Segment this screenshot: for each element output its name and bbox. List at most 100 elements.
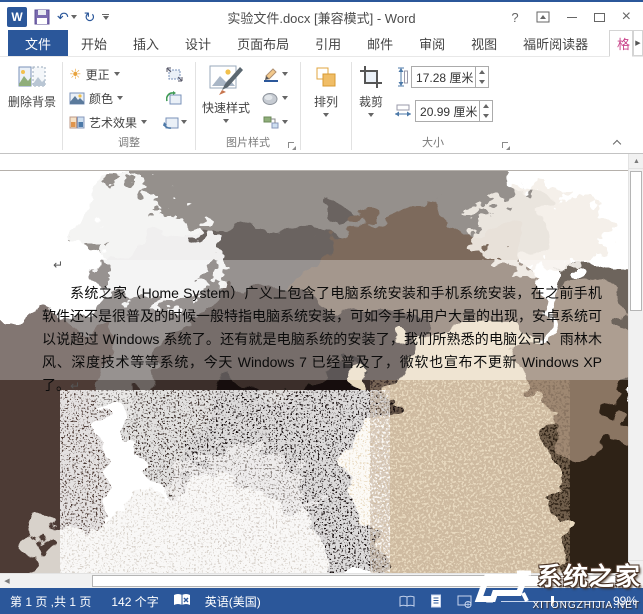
horizontal-scroll-thumb[interactable]: [92, 575, 616, 587]
collapse-ribbon-button[interactable]: [613, 139, 621, 147]
picture-border-icon: [262, 67, 280, 82]
zoom-out-button[interactable]: –: [486, 594, 493, 608]
view-shortcuts: [399, 594, 472, 608]
tab-references[interactable]: 引用: [302, 30, 354, 56]
proofing-status-button[interactable]: [169, 593, 195, 610]
vertical-scrollbar[interactable]: ▲ ▼: [628, 154, 643, 575]
zoom-slider[interactable]: [501, 595, 605, 607]
picture-border-dropdown-icon: [282, 72, 288, 76]
quick-styles-dropdown-icon: [223, 119, 229, 123]
group-label-blank: [4, 136, 60, 153]
height-spin-down[interactable]: [476, 77, 488, 87]
scrollbar-corner: [628, 573, 643, 588]
height-spin-up[interactable]: [476, 67, 488, 77]
vertical-scroll-thumb[interactable]: [630, 171, 642, 311]
group-separator: [62, 62, 63, 150]
body-paragraph[interactable]: 系统之家（Home System）广义上包含了电脑系统安装和手机系统安装，在之前…: [42, 282, 602, 398]
tab-file[interactable]: 文件: [8, 30, 68, 56]
tab-insert[interactable]: 插入: [120, 30, 172, 56]
corrections-icon: ☀: [69, 67, 82, 81]
title-bar: W ↶ ↻ 实验文件.docx [兼容模式] - Word ?: [0, 4, 643, 30]
minimize-button[interactable]: [567, 17, 577, 18]
empty-paragraph-mark: ↵: [53, 258, 63, 272]
picture-effects-icon: [262, 91, 280, 106]
help-button[interactable]: ?: [511, 10, 518, 25]
status-bar: 第 1 页 ,共 1 页 142 个字 英语(美国): [0, 588, 643, 614]
group-separator: [195, 62, 196, 150]
maximize-button[interactable]: [594, 13, 605, 22]
remove-background-button[interactable]: 删除背景: [4, 62, 60, 112]
tab-overflow-button[interactable]: ▶: [633, 30, 643, 56]
shape-width-spin-buttons[interactable]: [479, 101, 492, 121]
size-dialog-launcher[interactable]: [502, 142, 510, 150]
tab-foxit-reader[interactable]: 福昕阅读器: [510, 30, 601, 56]
quick-access-toolbar: W ↶ ↻: [7, 7, 109, 27]
picture-styles-dialog-launcher[interactable]: [288, 142, 296, 150]
print-layout-button[interactable]: [429, 594, 443, 608]
color-button[interactable]: 颜色: [69, 86, 123, 110]
tab-mailings[interactable]: 邮件: [354, 30, 406, 56]
zoom-slider-thumb[interactable]: [551, 596, 554, 606]
arrange-button[interactable]: 排列: [309, 62, 343, 119]
crop-button[interactable]: 裁剪: [354, 62, 388, 119]
tab-picture-format[interactable]: 格: [609, 30, 633, 57]
reset-picture-dropdown-icon: [181, 120, 187, 124]
group-label-size: 大小: [354, 136, 512, 153]
undo-dropdown-icon[interactable]: [71, 15, 77, 19]
group-separator: [351, 62, 352, 150]
undo-icon: ↶: [57, 10, 69, 24]
group-adjust: ☀ 更正 颜色: [65, 59, 193, 153]
qat-caret-icon: [103, 16, 109, 20]
compress-picture-button[interactable]: [162, 62, 187, 86]
shape-width-value: 20.99 厘米: [416, 103, 479, 120]
zoom-controls: – 99%: [486, 594, 637, 608]
corrections-label: 更正: [86, 66, 110, 83]
picture-layout-dropdown-icon: [282, 120, 288, 124]
tab-design[interactable]: 设计: [172, 30, 224, 56]
tab-view[interactable]: 视图: [458, 30, 510, 56]
compress-picture-icon: [166, 67, 183, 82]
language-indicator[interactable]: 英语(美国): [195, 593, 271, 610]
change-picture-button[interactable]: [162, 86, 187, 110]
width-spin-down[interactable]: [480, 111, 492, 121]
tab-page-layout[interactable]: 页面布局: [224, 30, 302, 56]
zoom-percentage[interactable]: 99%: [613, 594, 637, 608]
web-layout-button[interactable]: [457, 595, 472, 608]
arrange-label: 排列: [314, 93, 338, 110]
remove-background-label: 删除背景: [8, 93, 56, 110]
picture-border-button[interactable]: [262, 62, 288, 86]
horizontal-scrollbar[interactable]: ◀: [0, 573, 628, 588]
quick-styles-button[interactable]: 快速样式: [198, 62, 254, 125]
tab-review[interactable]: 审阅: [406, 30, 458, 56]
ribbon-display-options-button[interactable]: [536, 11, 550, 23]
scroll-left-button[interactable]: ◀: [0, 574, 14, 588]
quick-styles-label: 快速样式: [202, 99, 250, 116]
tab-home[interactable]: 开始: [68, 30, 120, 56]
proofing-book-icon: [173, 593, 191, 607]
picture-layout-button[interactable]: [262, 110, 288, 134]
close-button[interactable]: ×: [622, 8, 631, 26]
window-controls: ? ×: [511, 8, 631, 26]
reset-picture-button[interactable]: [162, 110, 187, 134]
corrections-dropdown-icon: [114, 72, 120, 76]
ribbon-tab-row: 文件 开始 插入 设计 页面布局 引用 邮件 审阅 视图 福昕阅读器 格 ▶: [0, 30, 643, 57]
redo-button[interactable]: ↻: [84, 10, 96, 24]
word-count[interactable]: 142 个字: [101, 593, 168, 610]
document-page[interactable]: ↵ 系统之家（Home System）广义上包含了电脑系统安装和手机系统安装，在…: [0, 154, 628, 575]
width-spin-up[interactable]: [480, 101, 492, 111]
shape-height-spin-buttons[interactable]: [475, 67, 488, 87]
shape-height-field[interactable]: 17.28 厘米: [411, 66, 489, 88]
tab-spacer: [601, 30, 609, 56]
corrections-button[interactable]: ☀ 更正: [69, 62, 120, 86]
customize-qat-button[interactable]: [102, 14, 109, 20]
page-indicator[interactable]: 第 1 页 ,共 1 页: [0, 593, 101, 610]
crop-icon: [358, 64, 384, 90]
save-icon[interactable]: [34, 9, 50, 25]
read-mode-button[interactable]: [399, 595, 415, 608]
artistic-effects-button[interactable]: 艺术效果: [69, 110, 147, 134]
scroll-up-button[interactable]: ▲: [629, 154, 643, 169]
undo-button[interactable]: ↶: [57, 10, 77, 24]
shape-width-field[interactable]: 20.99 厘米: [415, 100, 493, 122]
picture-effects-button[interactable]: [262, 86, 288, 110]
group-arrange: 排列: [303, 59, 349, 153]
